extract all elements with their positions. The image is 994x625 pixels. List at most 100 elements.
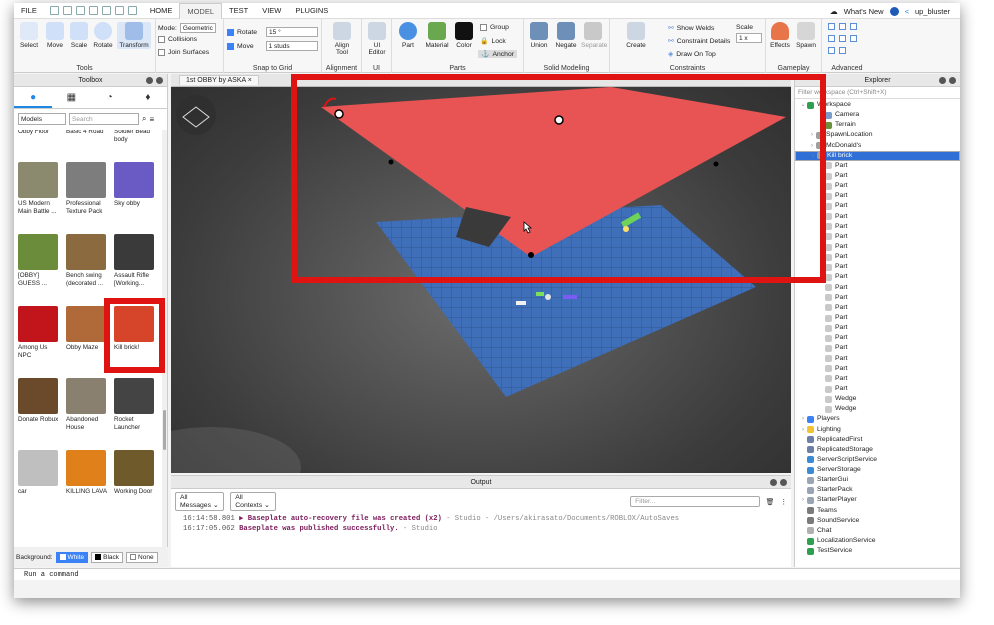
toolbox-search-input[interactable]: Search (69, 113, 139, 125)
explorer-row[interactable]: ReplicatedFirst (795, 435, 960, 445)
menu-home[interactable]: HOME (143, 3, 180, 19)
explorer-row[interactable]: Chat (795, 526, 960, 536)
scroll-thumb[interactable] (163, 410, 166, 450)
bg-white-option[interactable]: White (55, 551, 89, 563)
menu-view[interactable]: VIEW (255, 3, 288, 19)
explorer-row[interactable]: › Players (795, 414, 960, 424)
stop-icon[interactable] (101, 6, 111, 15)
toolbox-item[interactable]: Bench swing (decorated ... (66, 234, 110, 288)
union-button[interactable]: Union (527, 22, 551, 49)
advanced-icon-1[interactable] (828, 23, 835, 30)
effects-button[interactable]: Effects (768, 22, 792, 49)
place-tab[interactable]: 1st OBBY by ASKA × (179, 75, 259, 85)
play-icon[interactable] (88, 6, 98, 15)
output-filter-input[interactable]: Filter... (630, 496, 760, 507)
create-constraint-button[interactable]: Create (624, 22, 648, 49)
redo-icon[interactable] (127, 6, 137, 15)
toolbox-item[interactable]: Professional Texture Pack (66, 162, 110, 216)
explorer-row[interactable]: StarterGui (795, 475, 960, 485)
close-icon[interactable] (156, 77, 163, 84)
show-welds-toggle[interactable]: ⚯ Show Welds (668, 24, 714, 33)
toolbox-item[interactable]: Rocket Launcher (114, 378, 158, 432)
explorer-undock-icon[interactable] (939, 77, 946, 84)
clear-output-icon[interactable]: 🗑 (766, 498, 775, 506)
help-icon[interactable] (889, 6, 899, 16)
output-undock-icon[interactable] (770, 479, 777, 486)
advanced-icon-3[interactable] (850, 23, 857, 30)
category-select[interactable]: Models (18, 113, 66, 125)
advanced-icon-7[interactable] (828, 47, 835, 54)
rotate-snap-checkbox[interactable] (227, 28, 234, 36)
bg-black-option[interactable]: Black (91, 551, 124, 563)
rotate-snap-input[interactable]: 15 ° (266, 27, 319, 37)
menu-plugins[interactable]: PLUGINS (288, 3, 335, 19)
material-button[interactable]: Material (425, 22, 449, 49)
explorer-row[interactable]: TestService (795, 546, 960, 556)
advanced-icon-4[interactable] (828, 35, 835, 42)
advanced-icon-2[interactable] (839, 23, 846, 30)
toolbox-item[interactable]: Abandoned House (66, 378, 110, 432)
explorer-row[interactable]: Part (795, 283, 960, 293)
toolbox-item[interactable]: Soldier Bead body (114, 130, 158, 144)
transform-tool[interactable]: Transform (117, 22, 151, 49)
anchor-button[interactable]: ⚓ Anchor (478, 50, 518, 58)
explorer-row[interactable]: ServerScriptService (795, 455, 960, 465)
negate-button[interactable]: Negate (554, 22, 578, 49)
color-button[interactable]: Color (452, 22, 476, 49)
toolbox-item[interactable]: Obby Floor (18, 130, 62, 136)
search-icon[interactable]: ⌕ (142, 114, 146, 124)
move-snap-input[interactable]: 1 studs (265, 41, 318, 51)
tab-inventory[interactable]: ● (14, 87, 53, 108)
advanced-icon-6[interactable] (850, 35, 857, 42)
explorer-row[interactable]: Teams (795, 506, 960, 516)
undo-icon[interactable] (114, 6, 124, 15)
explorer-row[interactable]: Part (795, 303, 960, 313)
tab-creations[interactable]: ♦ (129, 87, 167, 108)
toolbox-item[interactable]: Working Door (114, 450, 158, 496)
toolbox-item[interactable]: Sky obby (114, 162, 158, 208)
separate-button[interactable]: Separate (581, 22, 607, 49)
explorer-row[interactable]: ReplicatedStorage (795, 445, 960, 455)
chevron-right-icon[interactable]: › (799, 495, 807, 505)
part-button[interactable]: Part (396, 22, 420, 49)
scale-select[interactable]: 1 x (736, 33, 762, 43)
explorer-row[interactable]: Part (795, 293, 960, 303)
toolbox-item[interactable]: Basic 4 Road (66, 130, 110, 136)
explorer-row[interactable]: ServerStorage (795, 465, 960, 475)
explorer-row[interactable]: Part (795, 364, 960, 374)
view-selector-icon[interactable] (176, 95, 216, 135)
advanced-icon-5[interactable] (839, 35, 846, 42)
explorer-row[interactable]: Wedge (795, 404, 960, 414)
explorer-row[interactable]: › Lighting (795, 425, 960, 435)
explorer-row[interactable]: LocalizationService (795, 536, 960, 546)
collisions-checkbox[interactable] (158, 36, 165, 43)
cloud-icon[interactable]: ☁ (830, 7, 838, 16)
explorer-close-icon[interactable] (949, 77, 956, 84)
move-tool[interactable]: Move (43, 22, 67, 49)
constraint-details-toggle[interactable]: ⚯ Constraint Details (668, 37, 730, 46)
filter-icon[interactable]: ≡ (149, 115, 154, 124)
explorer-row[interactable]: Part (795, 333, 960, 343)
toolbox-item[interactable]: KILLING LAVA (66, 450, 110, 496)
chevron-right-icon[interactable]: › (799, 425, 807, 435)
output-close-icon[interactable] (780, 479, 787, 486)
tab-marketplace[interactable]: ▦ (52, 87, 90, 108)
bg-none-option[interactable]: None (126, 551, 158, 563)
explorer-row[interactable]: Part (795, 323, 960, 333)
mode-select[interactable]: Geometric (179, 23, 216, 33)
draw-on-top-toggle[interactable]: ◈ Draw On Top (668, 50, 716, 59)
explorer-row[interactable]: SoundService (795, 516, 960, 526)
contexts-filter-select[interactable]: All Contexts ⌄ (230, 492, 277, 511)
toolbox-item[interactable]: car (18, 450, 62, 496)
explorer-row[interactable]: Wedge (795, 394, 960, 404)
explorer-row[interactable]: Part (795, 343, 960, 353)
join-surfaces-checkbox[interactable] (158, 49, 165, 56)
toolbox-item[interactable]: Among Us NPC (18, 306, 62, 360)
toolbox-item[interactable]: Assault Rifle [Working... (114, 234, 158, 288)
explorer-row[interactable]: Part (795, 374, 960, 384)
output-menu-icon[interactable]: ⋮ (780, 498, 787, 506)
explorer-row[interactable]: StarterPack (795, 485, 960, 495)
toolbox-item[interactable]: Donate Robux (18, 378, 62, 424)
new-file-icon[interactable] (49, 6, 59, 15)
explorer-row[interactable]: Part (795, 313, 960, 323)
